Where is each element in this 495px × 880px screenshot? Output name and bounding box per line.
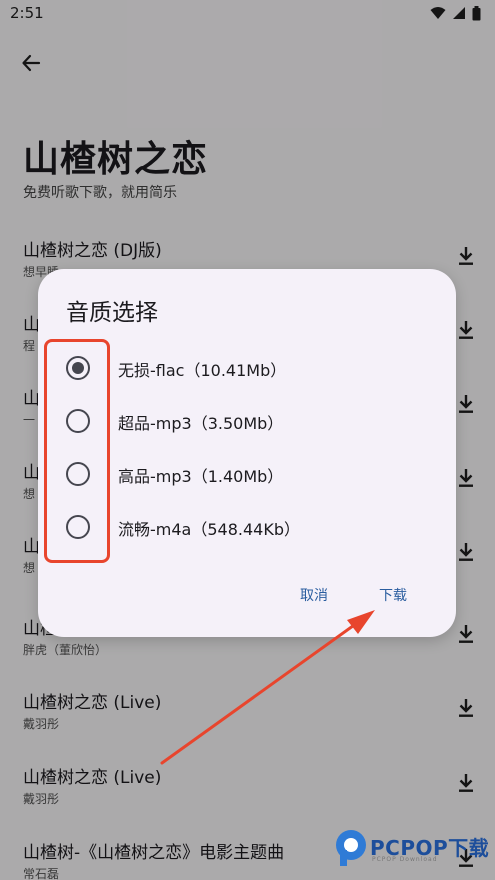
app-page: 2:51 山楂树之恋 免费听歌下歌，就用简乐 山楂树之恋 (DJ版) 想早睡 山… [0, 0, 495, 880]
watermark-tagline: PCPOP Download [372, 856, 438, 863]
pcpop-logo-icon [336, 830, 366, 866]
watermark: PCPOP下载 PCPOP Download [334, 826, 492, 876]
annotation-arrow [160, 610, 375, 765]
